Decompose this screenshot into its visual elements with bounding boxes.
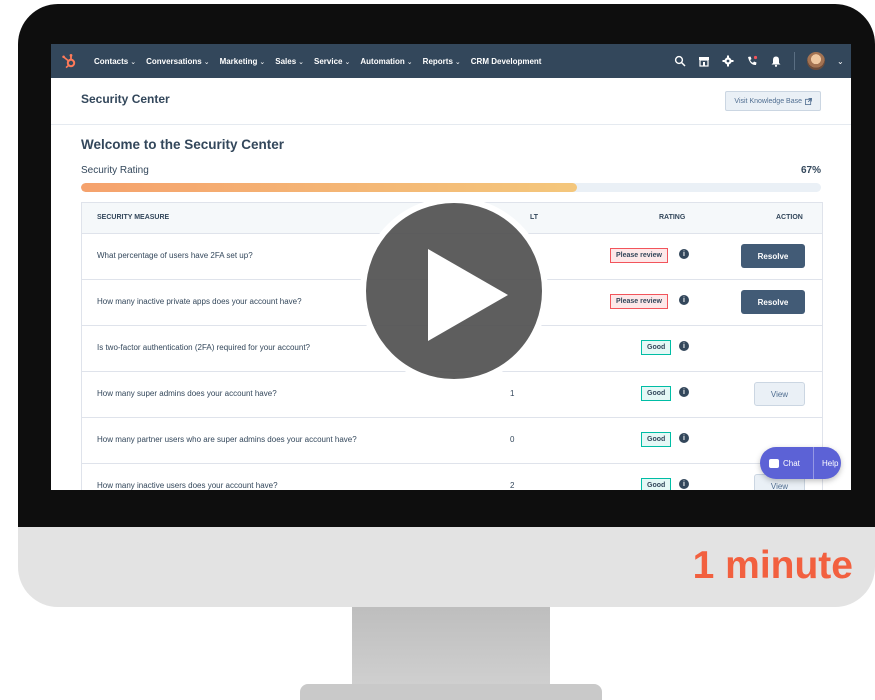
column-header-action[interactable]: ACTION <box>776 214 803 221</box>
info-icon[interactable]: i <box>679 341 689 351</box>
nav-item-crm-development[interactable]: CRM Development <box>466 57 547 66</box>
chevron-down-icon: ⌄ <box>298 58 305 66</box>
rating-badge-good: Good <box>641 340 672 355</box>
chat-bubble-icon <box>769 458 779 468</box>
column-header-security-measure[interactable]: SECURITY MEASURE <box>97 214 169 221</box>
chevron-down-icon: ⌄ <box>130 58 137 66</box>
security-measure-question: How many partner users who are super adm… <box>97 435 357 444</box>
video-play-button[interactable] <box>360 197 548 385</box>
top-navigation: Contacts ⌄ Conversations ⌄ Marketing ⌄ Sale… <box>51 44 851 78</box>
security-rating-label: Security Rating <box>81 165 149 176</box>
marketplace-icon[interactable] <box>698 55 710 67</box>
rating-badge-good: Good <box>641 478 672 490</box>
search-icon[interactable] <box>674 55 686 67</box>
view-button[interactable]: View <box>754 382 805 406</box>
nav-item-sales[interactable]: Sales ⌄ <box>270 57 309 66</box>
chevron-down-icon: ⌄ <box>203 58 210 66</box>
nav-menu: Contacts ⌄ Conversations ⌄ Marketing ⌄ Sale… <box>89 57 546 66</box>
info-icon[interactable]: i <box>679 295 689 305</box>
column-header-rating[interactable]: RATING <box>659 214 685 221</box>
info-icon[interactable]: i <box>679 433 689 443</box>
security-rating-progress-bar <box>81 183 821 192</box>
chevron-down-icon[interactable]: ⌄ <box>837 57 844 66</box>
knowledge-base-label: Visit Knowledge Base <box>734 97 802 105</box>
security-measure-question: How many super admins does your account … <box>97 389 277 398</box>
notifications-bell-icon[interactable] <box>770 55 782 67</box>
page-title: Security Center <box>81 92 170 106</box>
security-rating-progress-fill <box>81 183 577 192</box>
security-measure-question: How many inactive private apps does your… <box>97 297 302 306</box>
security-measure-result: 2 <box>510 481 515 490</box>
help-button[interactable]: Help <box>814 459 838 468</box>
nav-item-automation[interactable]: Automation ⌄ <box>355 57 417 66</box>
nav-item-conversations[interactable]: Conversations ⌄ <box>141 57 214 66</box>
external-link-icon <box>805 97 812 105</box>
hubspot-logo-icon[interactable] <box>61 53 77 69</box>
resolve-button[interactable]: Resolve <box>741 290 805 314</box>
security-measure-question: What percentage of users have 2FA set up… <box>97 251 253 260</box>
chat-label: Chat <box>783 458 800 468</box>
table-row: How many partner users who are super adm… <box>82 418 822 464</box>
page-header: Security Center Visit Knowledge Base <box>51 78 851 125</box>
security-measure-question: How many inactive users does your accoun… <box>97 481 278 490</box>
user-avatar[interactable] <box>807 52 825 70</box>
security-measure-question: Is two-factor authentication (2FA) requi… <box>97 343 310 352</box>
calling-icon[interactable] <box>746 55 758 67</box>
nav-item-reports[interactable]: Reports ⌄ <box>418 57 466 66</box>
nav-utilities: ⌄ <box>674 44 844 78</box>
security-measure-result: 1 <box>510 389 515 398</box>
rating-badge-please-review: Please review <box>610 248 668 263</box>
security-rating-percent: 67% <box>800 165 821 176</box>
security-measure-result: 0 <box>510 435 515 444</box>
visit-knowledge-base-button[interactable]: Visit Knowledge Base <box>725 91 821 111</box>
chevron-down-icon: ⌄ <box>454 58 461 66</box>
play-icon <box>428 249 508 341</box>
table-row: How many inactive users does your accoun… <box>82 464 822 490</box>
resolve-button[interactable]: Resolve <box>741 244 805 268</box>
rating-badge-good: Good <box>641 386 672 401</box>
video-duration-label: 1 minute <box>692 544 853 587</box>
rating-badge-good: Good <box>641 432 672 447</box>
monitor-stand-base <box>300 684 602 700</box>
monitor-stand-neck <box>352 604 550 688</box>
column-header-result[interactable]: LT <box>530 214 538 221</box>
info-icon[interactable]: i <box>679 387 689 397</box>
chevron-down-icon: ⌄ <box>344 58 351 66</box>
info-icon[interactable]: i <box>679 249 689 259</box>
nav-item-marketing[interactable]: Marketing ⌄ <box>215 57 271 66</box>
chat-widget: Chat Help <box>760 447 841 479</box>
welcome-heading: Welcome to the Security Center <box>81 137 285 152</box>
chevron-down-icon: ⌄ <box>259 58 266 66</box>
info-icon[interactable]: i <box>679 479 689 489</box>
nav-item-service[interactable]: Service ⌄ <box>309 57 355 66</box>
chevron-down-icon: ⌄ <box>406 58 413 66</box>
settings-gear-icon[interactable] <box>722 55 734 67</box>
rating-badge-please-review: Please review <box>610 294 668 309</box>
nav-item-contacts[interactable]: Contacts ⌄ <box>89 57 141 66</box>
chat-button[interactable]: Chat <box>760 458 813 468</box>
nav-divider <box>794 52 795 70</box>
